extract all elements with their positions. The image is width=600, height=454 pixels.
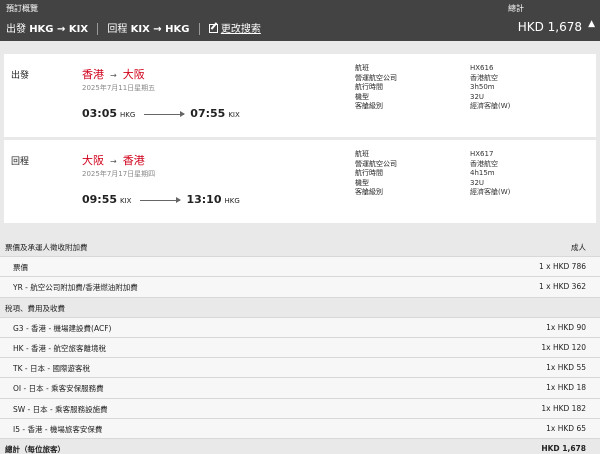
info-value: 3h50m (470, 83, 495, 92)
total-price: HKD 1,678 (517, 20, 582, 34)
flight-info-values: HX616 香港航空 3h50m 32U 經濟客艙(W) (470, 64, 510, 112)
fare-value: 1 x HKD 362 (538, 282, 586, 292)
tax-value: 1x HKD 182 (541, 403, 586, 413)
tax-value: 1x HKD 65 (546, 423, 586, 433)
total-per-passenger-label: 總計（每位旅客） (5, 444, 65, 454)
from-city: 大阪 (82, 154, 104, 167)
arrival-time: 07:55 (190, 107, 226, 120)
tax-row: OI - 日本 - 乘客安保服務費 1x HKD 18 (0, 378, 600, 399)
fare-label: 票價 (13, 263, 28, 273)
info-value: HX617 (470, 150, 494, 158)
info-value: 32U (470, 178, 485, 187)
info-label: 客艙級別 (355, 102, 383, 111)
flight-path-arrow-icon (140, 196, 182, 203)
to-city: 大阪 (122, 68, 145, 81)
departure-time: 03:05 (82, 107, 118, 120)
info-value: 經濟客艙(W) (470, 188, 511, 197)
arrow-right-icon: → (110, 71, 117, 80)
section-title: 稅項、費用及收費 (5, 303, 65, 313)
summary-header: 預訂概覽 出發 HKG → KIX 回程 KIX → HKG 更改搜索 總計 H… (0, 0, 600, 41)
tax-value: 1x HKD 90 (546, 322, 586, 332)
section-title: 票價及承運人徵收附加費 (5, 243, 88, 252)
flight-cities: 香港 → 大阪 (82, 66, 145, 82)
fare-section-header: 票價及承運人徵收附加費 成人 (0, 237, 600, 258)
to-city: 香港 (122, 154, 145, 167)
flight-info-labels: 航班 營運航空公司 航行時間 機型 客艙級別 (355, 64, 397, 112)
outbound-route: HKG → KIX (29, 24, 89, 35)
tax-row: TK - 日本 - 國際遊客稅 1x HKD 55 (0, 358, 600, 379)
fare-row: YR - 航空公司附加費/香港燃油附加費 1 x HKD 362 (0, 277, 600, 298)
info-label: 營運航空公司 (355, 73, 397, 82)
info-value: 經濟客艙(W) (470, 102, 511, 111)
fare-breakdown: 票價及承運人徵收附加費 成人 票價 1 x HKD 786 YR - 航空公司附… (0, 237, 600, 454)
fare-row: 票價 1 x HKD 786 (0, 257, 600, 278)
tax-row: HK - 香港 - 航空旅客離境稅 1x HKD 120 (0, 337, 600, 359)
info-value: 香港航空 (470, 73, 498, 82)
passenger-type: 成人 (571, 243, 586, 252)
return-flight-card: 回程 大阪 → 香港 2025年7月17日星期四 09:55 KIX 13:10 HKG … (4, 140, 596, 223)
info-value: HX616 (470, 64, 494, 72)
tax-row: G3 - 香港 - 機場建設費(ACF) 1x HKD 90 (0, 317, 600, 338)
return-route: KIX → HKG (130, 24, 190, 35)
outbound-flight-card: 出發 香港 → 大阪 2025年7月11日星期五 03:05 HKG 07:55 KIX … (4, 54, 596, 137)
summary-title: 預訂概覽 (6, 4, 38, 13)
info-label: 航班 (355, 150, 369, 158)
info-label: 航行時間 (355, 83, 383, 92)
info-value: 香港航空 (470, 159, 498, 168)
arrival-airport: KIX (228, 111, 240, 119)
arrow-right-icon: → (110, 157, 117, 166)
edit-search-link[interactable]: 更改搜索 (208, 24, 261, 35)
flight-date: 2025年7月11日星期五 (82, 84, 156, 92)
route-summary: 出發 HKG → KIX 回程 KIX → HKG 更改搜索 (6, 20, 261, 35)
info-label: 機型 (355, 92, 369, 101)
tax-label: SW - 日本 - 乘客服務設施費 (13, 404, 108, 414)
tax-label: HK - 香港 - 航空旅客離境稅 (13, 343, 107, 353)
info-label: 機型 (355, 178, 369, 187)
flight-direction-label: 出發 (11, 71, 30, 81)
flight-times: 09:55 KIX 13:10 HKG (82, 193, 240, 206)
departure-time: 09:55 (82, 193, 118, 206)
flight-info-labels: 航班 營運航空公司 航行時間 機型 客艙級別 (355, 150, 397, 198)
outbound-label: 出發 (6, 24, 26, 35)
collapse-caret-icon[interactable]: ▲ (588, 19, 595, 29)
divider (97, 23, 99, 35)
info-label: 航行時間 (355, 169, 383, 178)
flight-path-arrow-icon (144, 110, 186, 117)
fare-value: 1 x HKD 786 (538, 262, 586, 272)
tax-label: G3 - 香港 - 機場建設費(ACF) (13, 323, 112, 333)
info-label: 航班 (355, 64, 369, 72)
fare-label: YR - 航空公司附加費/香港燃油附加費 (13, 283, 138, 293)
total-label: 總計 (508, 4, 524, 13)
tax-value: 1x HKD 55 (546, 363, 586, 373)
flight-cities: 大阪 → 香港 (82, 152, 145, 168)
edit-icon (208, 24, 218, 33)
edit-search-label: 更改搜索 (220, 24, 261, 35)
total-per-passenger-row: 總計（每位旅客） HKD 1,678 (0, 438, 600, 454)
departure-airport: HKG (120, 111, 136, 119)
info-label: 營運航空公司 (355, 159, 397, 168)
from-city: 香港 (82, 68, 104, 81)
divider (198, 23, 200, 35)
tax-label: I5 - 香港 - 機場旅客安保費 (13, 424, 103, 434)
info-label: 客艙級別 (355, 188, 383, 197)
return-label: 回程 (107, 24, 128, 35)
flight-date: 2025年7月17日星期四 (82, 170, 156, 178)
tax-value: 1x HKD 120 (541, 342, 586, 352)
flight-info-values: HX617 香港航空 4h15m 32U 經濟客艙(W) (470, 150, 510, 198)
arrival-airport: HKG (224, 197, 240, 205)
total-per-passenger-value: HKD 1,678 (541, 443, 586, 453)
departure-airport: KIX (120, 197, 132, 205)
arrival-time: 13:10 (186, 193, 222, 206)
tax-row: SW - 日本 - 乘客服務設施費 1x HKD 182 (0, 398, 600, 419)
tax-row: I5 - 香港 - 機場旅客安保費 1x HKD 65 (0, 418, 600, 439)
tax-section-header: 稅項、費用及收費 (0, 297, 600, 318)
info-value: 32U (470, 92, 485, 101)
tax-label: TK - 日本 - 國際遊客稅 (13, 364, 90, 374)
tax-value: 1x HKD 18 (546, 383, 586, 393)
flight-times: 03:05 HKG 07:55 KIX (82, 107, 240, 120)
flight-direction-label: 回程 (11, 157, 30, 167)
info-value: 4h15m (470, 169, 495, 178)
tax-label: OI - 日本 - 乘客安保服務費 (13, 384, 104, 394)
